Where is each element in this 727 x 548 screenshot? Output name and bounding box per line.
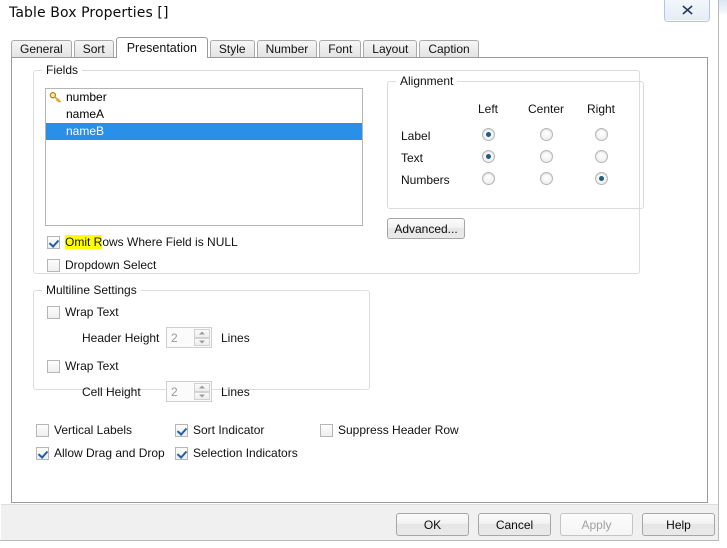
cell-height-spin-buttons[interactable] <box>194 383 210 400</box>
multiline-group-title: Multiline Settings <box>42 283 141 297</box>
tab-general[interactable]: General <box>11 40 72 57</box>
multiline-settings-group: Multiline Settings Wrap Text Header Heig… <box>33 283 370 402</box>
radio-numbers-right[interactable] <box>595 172 608 185</box>
tab-caption[interactable]: Caption <box>419 40 479 57</box>
header-height-stepper[interactable]: 2 <box>166 327 212 348</box>
dialog-footer: OK Cancel Apply Help <box>1 504 718 540</box>
tab-presentation[interactable]: Presentation <box>115 37 208 58</box>
list-item[interactable]: number <box>46 89 362 106</box>
table-box-properties-dialog: Table Box Properties [] General Sort Pre… <box>0 0 719 541</box>
presentation-tab-panel: Fields number nameA nameB Alignment Left… <box>11 57 708 503</box>
spin-down-icon[interactable] <box>194 337 210 346</box>
radio-text-center[interactable] <box>540 150 553 163</box>
cell-height-row: Cell Height 2 Lines <box>82 381 250 402</box>
tab-strip: General Sort Presentation Style Number F… <box>11 37 481 58</box>
allow-drag-and-drop-row[interactable]: Allow Drag and Drop <box>36 446 165 460</box>
suppress-header-row-label: Suppress Header Row <box>338 423 459 437</box>
header-height-label: Header Height <box>82 330 160 345</box>
radio-text-right[interactable] <box>595 150 608 163</box>
sort-indicator-checkbox[interactable] <box>175 423 188 437</box>
cancel-button[interactable]: Cancel <box>478 513 551 536</box>
omit-rows-checkbox-row[interactable]: Omit Rows Where Field is NULL <box>47 235 238 249</box>
cell-height-value: 2 <box>171 384 178 399</box>
fields-group: Fields number nameA nameB Alignment Left… <box>33 63 644 274</box>
cell-wrap-text-label: Wrap Text <box>65 359 119 373</box>
selection-indicators-label: Selection Indicators <box>193 446 298 460</box>
header-height-units: Lines <box>221 330 250 345</box>
advanced-button[interactable]: Advanced... <box>387 218 465 239</box>
title-bar: Table Box Properties [] <box>0 0 719 30</box>
selection-indicators-row[interactable]: Selection Indicators <box>175 446 298 460</box>
alignment-column-right: Right <box>586 102 615 116</box>
allow-drag-and-drop-checkbox[interactable] <box>36 446 49 460</box>
alignment-group-title: Alignment <box>396 74 458 88</box>
alignment-row-label-numbers: Numbers <box>401 173 450 187</box>
vertical-labels-row[interactable]: Vertical Labels <box>36 423 132 437</box>
spin-up-icon[interactable] <box>194 383 210 392</box>
list-item[interactable]: nameA <box>46 106 362 123</box>
header-wrap-text-label: Wrap Text <box>65 305 119 319</box>
fields-group-title: Fields <box>42 63 83 77</box>
dropdown-select-checkbox-row[interactable]: Dropdown Select <box>47 258 156 272</box>
spin-down-icon[interactable] <box>194 391 210 400</box>
spin-up-icon[interactable] <box>194 329 210 338</box>
radio-numbers-left[interactable] <box>482 172 495 185</box>
alignment-row-label-text: Text <box>401 151 424 165</box>
alignment-row-label-label: Label <box>401 129 431 143</box>
header-height-spin-buttons[interactable] <box>194 329 210 346</box>
omit-rows-checkbox[interactable] <box>47 235 60 249</box>
omit-rows-label: Omit Rows Where Field is NULL <box>65 235 238 249</box>
suppress-header-row-checkbox[interactable] <box>320 423 333 437</box>
key-icon <box>49 92 61 103</box>
ok-button[interactable]: OK <box>396 513 469 536</box>
vertical-labels-label: Vertical Labels <box>54 423 133 437</box>
tab-sort[interactable]: Sort <box>73 40 114 57</box>
alignment-group: Alignment Left Center Right Label Text N… <box>387 74 644 209</box>
allow-drag-and-drop-label: Allow Drag and Drop <box>54 446 165 460</box>
fields-list[interactable]: number nameA nameB <box>45 88 363 226</box>
list-item-label: number <box>66 90 107 104</box>
header-height-value: 2 <box>171 330 178 345</box>
cell-height-stepper[interactable]: 2 <box>166 381 212 402</box>
tab-layout[interactable]: Layout <box>363 40 418 57</box>
tab-number[interactable]: Number <box>256 40 318 57</box>
header-wrap-text-checkbox[interactable] <box>47 305 60 319</box>
list-item-label: nameA <box>66 107 105 121</box>
alignment-column-center: Center <box>527 102 565 116</box>
tab-font[interactable]: Font <box>319 40 362 57</box>
list-item-label: nameB <box>66 124 105 138</box>
help-button[interactable]: Help <box>642 513 715 536</box>
close-x-icon <box>681 5 693 15</box>
sort-indicator-label: Sort Indicator <box>193 423 265 437</box>
cell-wrap-text-checkbox[interactable] <box>47 359 60 373</box>
radio-numbers-center[interactable] <box>540 172 553 185</box>
dropdown-select-checkbox[interactable] <box>47 258 60 272</box>
header-wrap-text-row[interactable]: Wrap Text <box>47 305 119 319</box>
list-item[interactable]: nameB <box>46 123 362 140</box>
alignment-column-left: Left <box>477 102 498 116</box>
header-height-row: Header Height 2 Lines <box>82 327 250 348</box>
radio-text-left[interactable] <box>482 150 495 163</box>
dropdown-select-label: Dropdown Select <box>65 258 157 272</box>
sort-indicator-row[interactable]: Sort Indicator <box>175 423 264 437</box>
tab-style[interactable]: Style <box>209 40 255 57</box>
cell-height-units: Lines <box>221 384 250 399</box>
suppress-header-row-row[interactable]: Suppress Header Row <box>320 423 459 437</box>
apply-button: Apply <box>560 513 633 536</box>
cell-height-label: Cell Height <box>82 384 141 399</box>
radio-label-right[interactable] <box>595 128 608 141</box>
vertical-labels-checkbox[interactable] <box>36 423 49 437</box>
window-title: Table Box Properties [] <box>9 5 169 21</box>
radio-label-center[interactable] <box>540 128 553 141</box>
cell-wrap-text-row[interactable]: Wrap Text <box>47 359 119 373</box>
selection-indicators-checkbox[interactable] <box>175 446 188 460</box>
radio-label-left[interactable] <box>482 128 495 141</box>
close-button[interactable] <box>664 0 710 22</box>
